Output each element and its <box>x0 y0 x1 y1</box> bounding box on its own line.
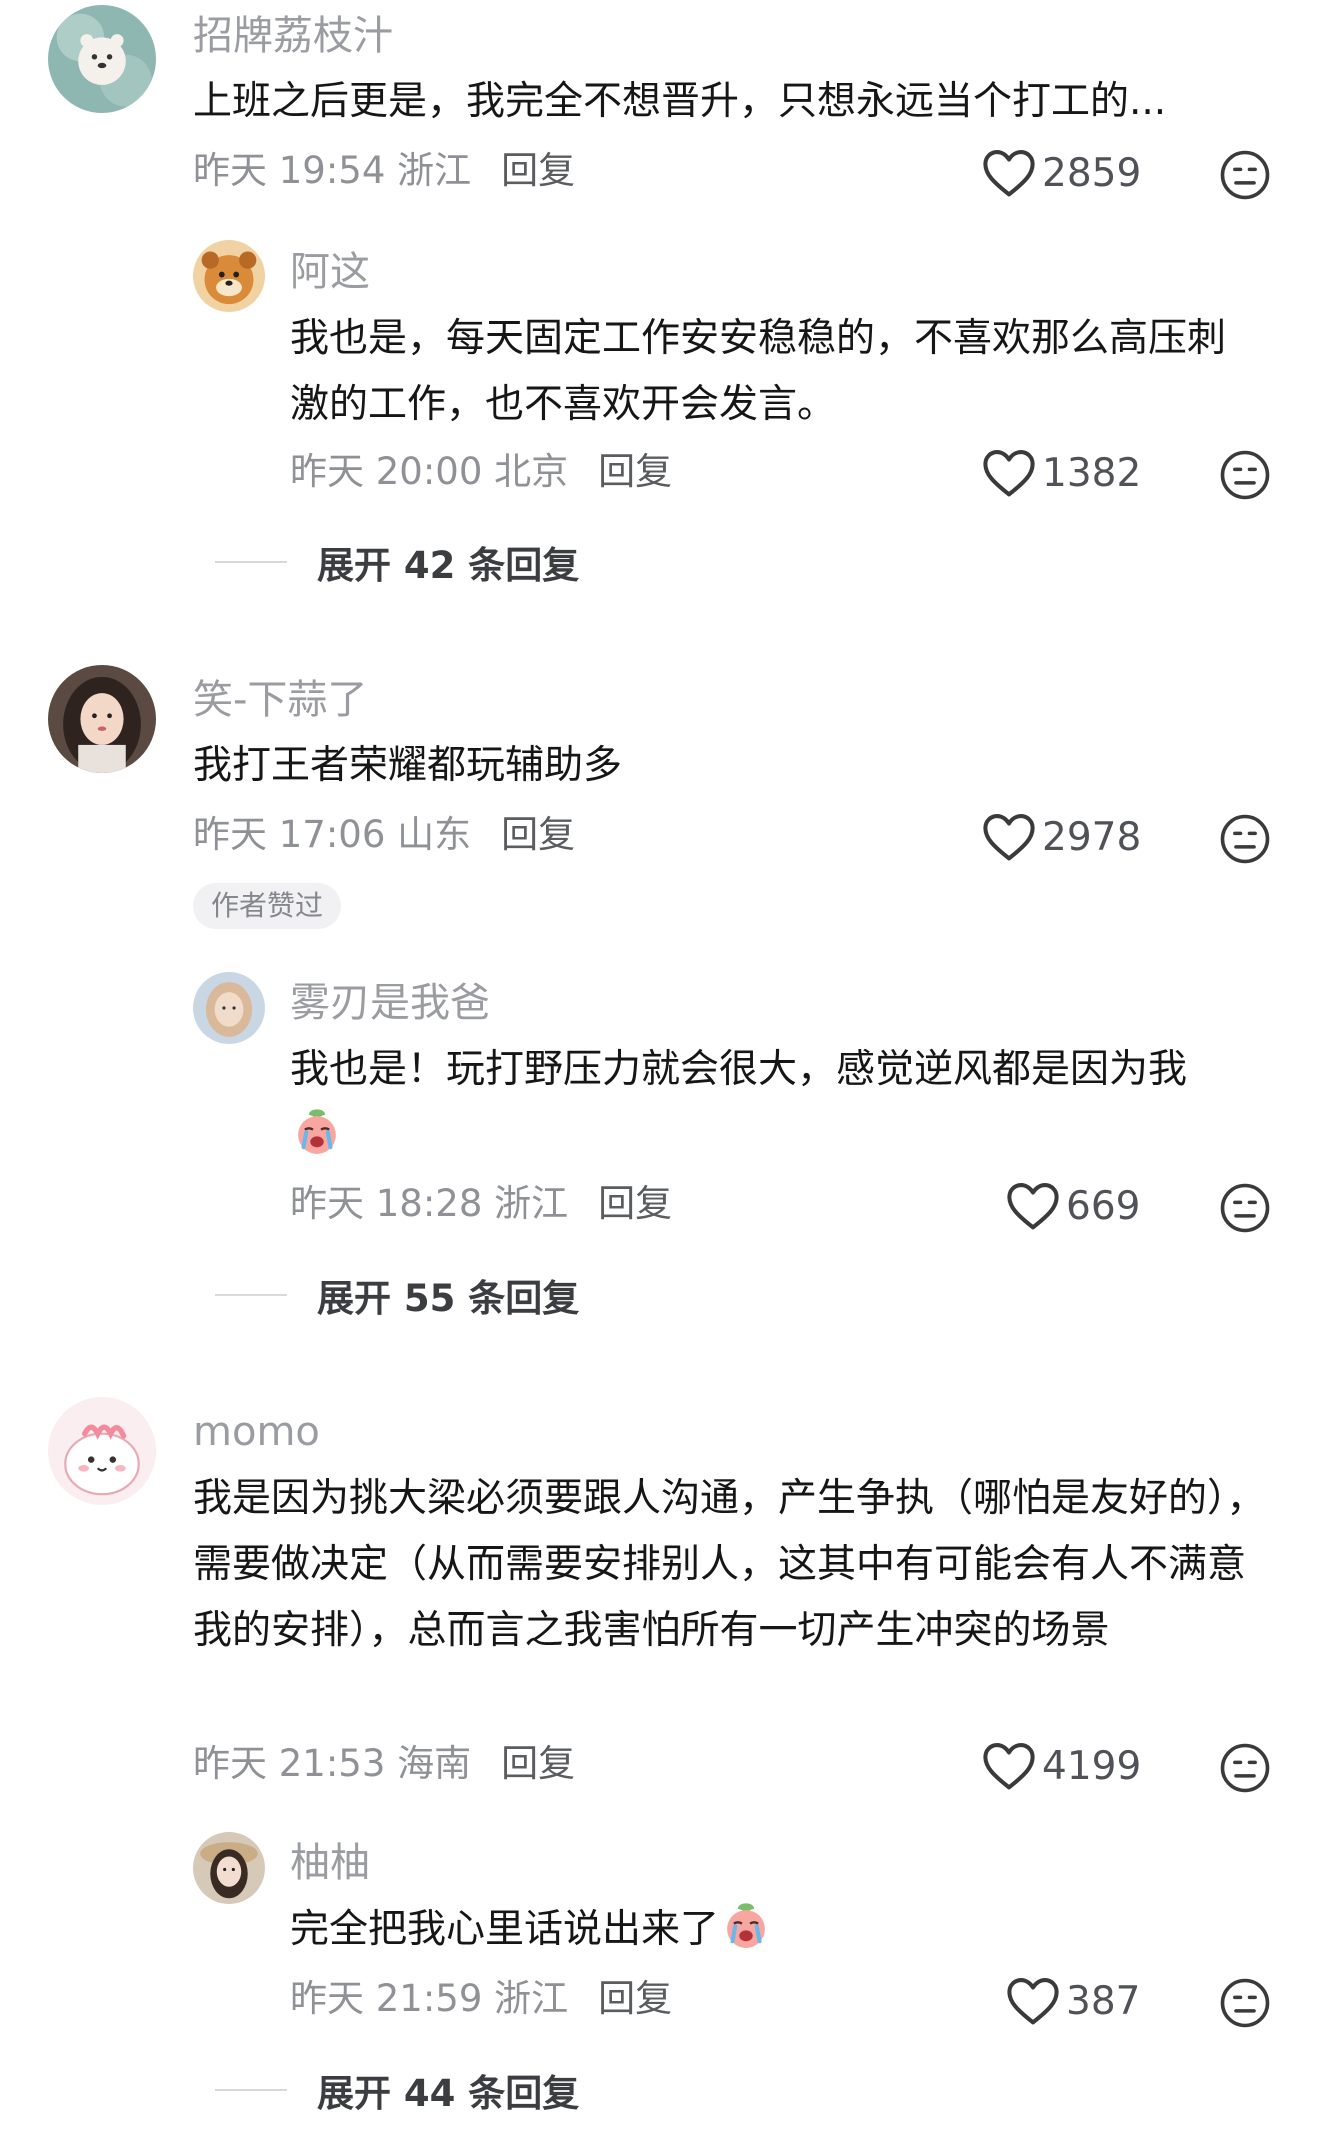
comment-text: 我是因为挑大梁必须要跟人沟通，产生争执（哪怕是友好的），需要做决定（从而需要安排… <box>193 1476 1266 1653</box>
like-count: 669 <box>1066 1183 1141 1229</box>
expand-replies-label: 展开 44 条回复 <box>317 2072 580 2115</box>
reply-button[interactable]: 回复 <box>501 149 575 192</box>
like-count: 2859 <box>1042 150 1142 196</box>
dislike-face-icon[interactable] <box>1218 1976 1272 2030</box>
comment-text: 我也是，每天固定工作安安稳稳的，不喜欢那么高压刺激的工作，也不喜欢开会发言。 <box>290 316 1227 427</box>
dislike-face-icon[interactable] <box>1218 1181 1272 1235</box>
heart-outline-icon <box>983 450 1035 497</box>
like-count: 1382 <box>1042 450 1142 496</box>
avatar[interactable] <box>48 1397 156 1505</box>
username[interactable]: 阿这 <box>290 252 370 292</box>
username[interactable]: 笑-下蒜了 <box>193 680 367 720</box>
like-button[interactable]: 2978 <box>982 812 1141 862</box>
comment-text: 我打王者荣耀都玩辅助多 <box>193 743 623 788</box>
reply-button[interactable]: 回复 <box>598 1182 672 1225</box>
expand-replies-label: 展开 42 条回复 <box>317 544 580 587</box>
heart-outline-icon <box>983 150 1035 197</box>
expand-replies-button[interactable]: 展开 55 条回复 <box>215 1268 579 1322</box>
avatar[interactable] <box>193 1832 265 1904</box>
like-button[interactable]: 1382 <box>982 448 1141 498</box>
reply-button[interactable]: 回复 <box>598 450 672 493</box>
dislike-face-icon[interactable] <box>1218 148 1272 202</box>
comment-meta: 昨天 19:54 浙江 回复 <box>193 152 575 189</box>
heart-outline-icon <box>983 814 1035 861</box>
heart-outline-icon <box>1007 1978 1059 2025</box>
dislike-face-icon[interactable] <box>1218 448 1272 502</box>
comment-time: 昨天 21:53 海南 <box>193 1742 472 1785</box>
comment-time: 昨天 18:28 浙江 <box>290 1182 569 1225</box>
heart-outline-icon <box>983 1743 1035 1790</box>
comment-time: 昨天 17:06 山东 <box>193 813 472 856</box>
comment-text-content: 我也是！玩打野压力就会很大，感觉逆风都是因为我 <box>290 1047 1188 1092</box>
username[interactable]: 柚柚 <box>290 1843 370 1883</box>
heart-outline-icon <box>1007 1183 1059 1230</box>
dislike-face-icon[interactable] <box>1218 812 1272 866</box>
like-button[interactable]: 387 <box>1006 1976 1140 2026</box>
comment-meta: 昨天 21:53 海南 回复 <box>193 1745 575 1782</box>
comment-text: 我也是！玩打野压力就会很大，感觉逆风都是因为我 <box>290 1037 1260 1169</box>
dislike-face-icon[interactable] <box>1218 1741 1272 1795</box>
crying-face-emoji <box>727 1903 765 1948</box>
like-button[interactable]: 669 <box>1006 1181 1140 1231</box>
divider <box>215 561 287 563</box>
avatar[interactable] <box>48 5 156 113</box>
comment-meta: 昨天 18:28 浙江 回复 <box>290 1185 672 1222</box>
avatar[interactable] <box>193 240 265 312</box>
comment-meta: 昨天 21:59 浙江 回复 <box>290 1980 672 2017</box>
divider <box>215 2089 287 2091</box>
comment-time: 昨天 20:00 北京 <box>290 450 569 493</box>
comment-meta: 昨天 17:06 山东 回复 <box>193 816 575 853</box>
like-count: 4199 <box>1042 1743 1142 1789</box>
reply-button[interactable]: 回复 <box>501 813 575 856</box>
avatar[interactable] <box>48 665 156 773</box>
comment-text: 完全把我心里话说出来了 <box>290 1897 1260 1963</box>
like-button[interactable]: 4199 <box>982 1741 1141 1791</box>
avatar[interactable] <box>193 972 265 1044</box>
comment-text: 上班之后更是，我完全不想晋升，只想永远当个打工的... <box>193 79 1167 124</box>
like-count: 387 <box>1066 1978 1141 2024</box>
author-liked-badge: 作者赞过 <box>193 883 342 929</box>
comment-time: 昨天 21:59 浙江 <box>290 1977 569 2020</box>
divider <box>215 1294 287 1296</box>
crying-face-emoji <box>298 1109 336 1154</box>
comment-time: 昨天 19:54 浙江 <box>193 149 472 192</box>
reply-button[interactable]: 回复 <box>598 1977 672 2020</box>
expand-replies-button[interactable]: 展开 42 条回复 <box>215 535 579 589</box>
username[interactable]: 招牌荔枝汁 <box>193 16 393 56</box>
expand-replies-button[interactable]: 展开 44 条回复 <box>215 2063 579 2117</box>
username[interactable]: 雾刃是我爸 <box>290 983 490 1023</box>
username[interactable]: momo <box>193 1412 320 1452</box>
expand-replies-label: 展开 55 条回复 <box>317 1277 580 1320</box>
like-count: 2978 <box>1042 814 1142 860</box>
like-button[interactable]: 2859 <box>982 148 1141 198</box>
comment-text-content: 完全把我心里话说出来了 <box>290 1907 720 1952</box>
comment-meta: 昨天 20:00 北京 回复 <box>290 453 672 490</box>
reply-button[interactable]: 回复 <box>501 1742 575 1785</box>
